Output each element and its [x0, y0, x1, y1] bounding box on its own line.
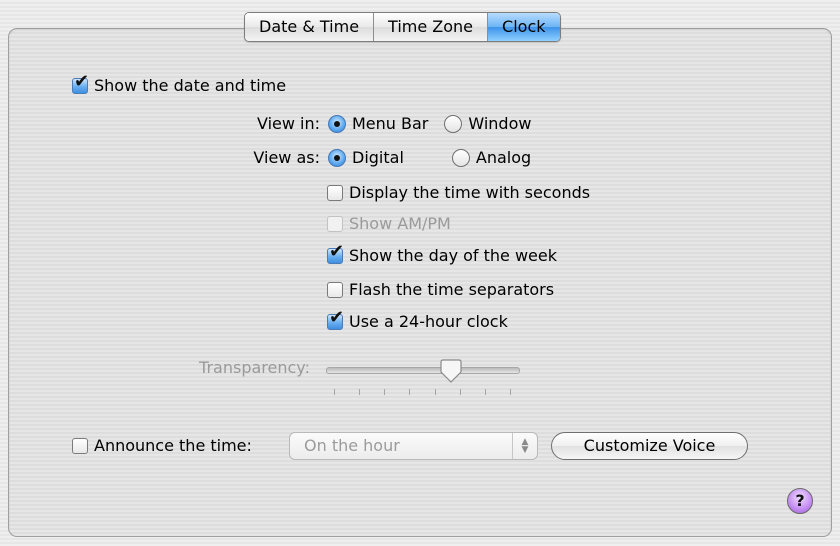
transparency-slider-track	[326, 367, 520, 374]
view-in-menu-bar-radio[interactable]	[328, 114, 346, 133]
view-in-menu-bar-label: Menu Bar	[352, 114, 429, 133]
view-as-analog-label: Analog	[475, 148, 532, 167]
view-as-analog-radio[interactable]	[451, 148, 470, 167]
view-in-window-radio[interactable]	[444, 114, 463, 133]
check-icon: ✔	[329, 306, 345, 328]
announce-checkbox[interactable]	[72, 437, 88, 454]
help-button[interactable]: ?	[787, 488, 813, 514]
tab-date-time[interactable]: Date & Time	[245, 13, 375, 41]
show-day-checkbox[interactable]: ✔	[327, 242, 344, 264]
view-as-digital-label: Digital	[352, 148, 404, 167]
view-as-digital-radio[interactable]	[328, 148, 346, 167]
view-as-label: View as:	[253, 148, 320, 167]
check-icon: ✔	[74, 70, 90, 92]
option-display-seconds[interactable]: Display the time with seconds	[327, 183, 590, 202]
slider-tick	[434, 389, 436, 395]
show-date-time-label: Show the date and time	[94, 76, 287, 95]
show-date-time-row[interactable]: ✔ Show the date and time	[72, 72, 287, 95]
display-seconds-label: Display the time with seconds	[349, 183, 591, 202]
transparency-label: Transparency:	[199, 358, 310, 377]
slider-tick	[459, 389, 461, 395]
show-ampm-label: Show AM/PM	[349, 214, 451, 233]
announce-label: Announce the time:	[94, 436, 252, 455]
check-icon: ✔	[329, 240, 345, 262]
slider-tick	[384, 389, 386, 395]
option-24-hour[interactable]: ✔ Use a 24-hour clock	[327, 308, 508, 331]
option-show-day[interactable]: ✔ Show the day of the week	[327, 242, 558, 265]
show-day-label: Show the day of the week	[349, 246, 558, 265]
use-24-hour-checkbox[interactable]: ✔	[327, 308, 344, 330]
use-24-hour-label: Use a 24-hour clock	[349, 312, 508, 331]
slider-tick	[359, 389, 361, 395]
show-ampm-checkbox	[327, 215, 343, 232]
slider-tick	[510, 389, 511, 395]
tab-clock[interactable]: Clock	[488, 13, 560, 41]
flash-separators-label: Flash the time separators	[349, 280, 555, 299]
slider-tick	[409, 389, 411, 395]
announce-row[interactable]: Announce the time:	[72, 436, 252, 455]
option-show-ampm: Show AM/PM	[327, 214, 451, 233]
preferences-tabs: Date & Time Time Zone Clock	[244, 12, 561, 42]
display-seconds-checkbox[interactable]	[327, 184, 343, 201]
slider-tick	[334, 389, 335, 395]
tab-time-zone[interactable]: Time Zone	[374, 13, 489, 41]
announce-interval-popup: On the hour ▲ ▼	[289, 432, 538, 460]
customize-voice-button[interactable]: Customize Voice	[551, 432, 748, 460]
transparency-label-row: Transparency:	[140, 358, 310, 377]
slider-tick	[484, 389, 486, 395]
view-in-row: View in: Menu Bar Window	[240, 114, 532, 133]
view-as-row: View as: Digital Analog	[240, 148, 531, 167]
show-date-time-checkbox[interactable]: ✔	[72, 72, 89, 94]
option-flash-separators[interactable]: Flash the time separators	[327, 280, 554, 299]
flash-separators-checkbox[interactable]	[327, 281, 343, 298]
up-down-arrows-icon: ▲ ▼	[512, 433, 537, 459]
view-in-window-label: Window	[468, 114, 532, 133]
view-in-label: View in:	[256, 114, 320, 133]
transparency-slider-thumb	[440, 359, 462, 383]
announce-interval-value: On the hour	[304, 436, 400, 455]
